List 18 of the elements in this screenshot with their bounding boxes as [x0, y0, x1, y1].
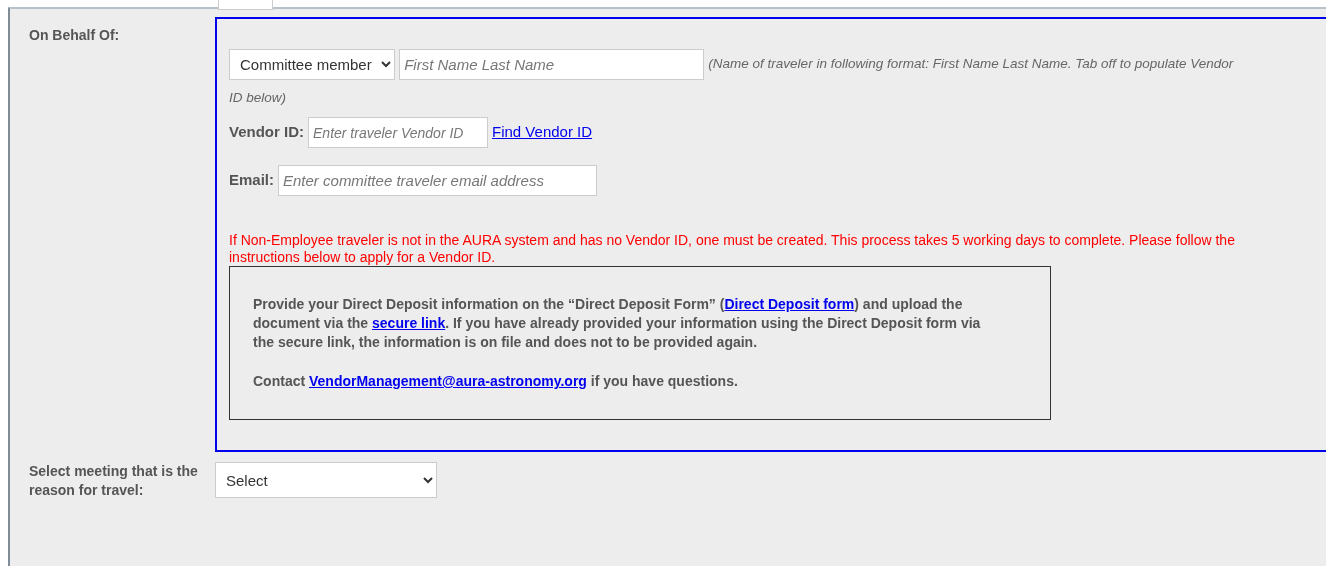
field-label: Email:: [229, 170, 274, 191]
instruction-text: Provide your Direct Deposit information on the “Direct Deposit Form” (Direct Deposit form) and upload the document via the secure link. If you have already provided your information using the Direct Deposit form via the secure link, the information is on file and does not to be provided again.: [253, 295, 982, 352]
meeting-dropdown[interactable]: Select: [215, 462, 437, 498]
instruction-text: Contact VendorManagement@aura-astronomy.org if you have questions.: [253, 372, 739, 391]
email-field[interactable]: Enter committee traveler email address: [278, 165, 597, 196]
field-label: On Behalf Of:: [29, 27, 120, 43]
warning-text: If Non-Employee traveler is not in the AURA system and has no Vendor ID, one must be created. This process takes 5 working days to complete. Please follow the instructions below to apply for a Vendor ID.: [229, 232, 1236, 266]
link[interactable]: VendorManagement@aura-astronomy.org: [309, 373, 587, 389]
vendor-id-field[interactable]: Enter traveler Vendor ID: [308, 117, 488, 148]
traveler-type-dropdown[interactable]: Committee member: [229, 48, 395, 80]
field-label: Vendor ID:: [229, 122, 304, 143]
hint-text: (Name of traveler in following format: First Name Last Name. Tab off to populate Vendor: [708, 56, 1234, 71]
link[interactable]: secure link: [372, 315, 446, 331]
input-field[interactable]: [218, 0, 273, 10]
hint-text: ID below): [229, 89, 288, 107]
find-vendor-link[interactable]: Find Vendor ID: [492, 121, 593, 144]
name-field[interactable]: First Name Last Name: [399, 48, 705, 80]
field-label: Select meeting that is the reason for travel:: [29, 463, 198, 498]
